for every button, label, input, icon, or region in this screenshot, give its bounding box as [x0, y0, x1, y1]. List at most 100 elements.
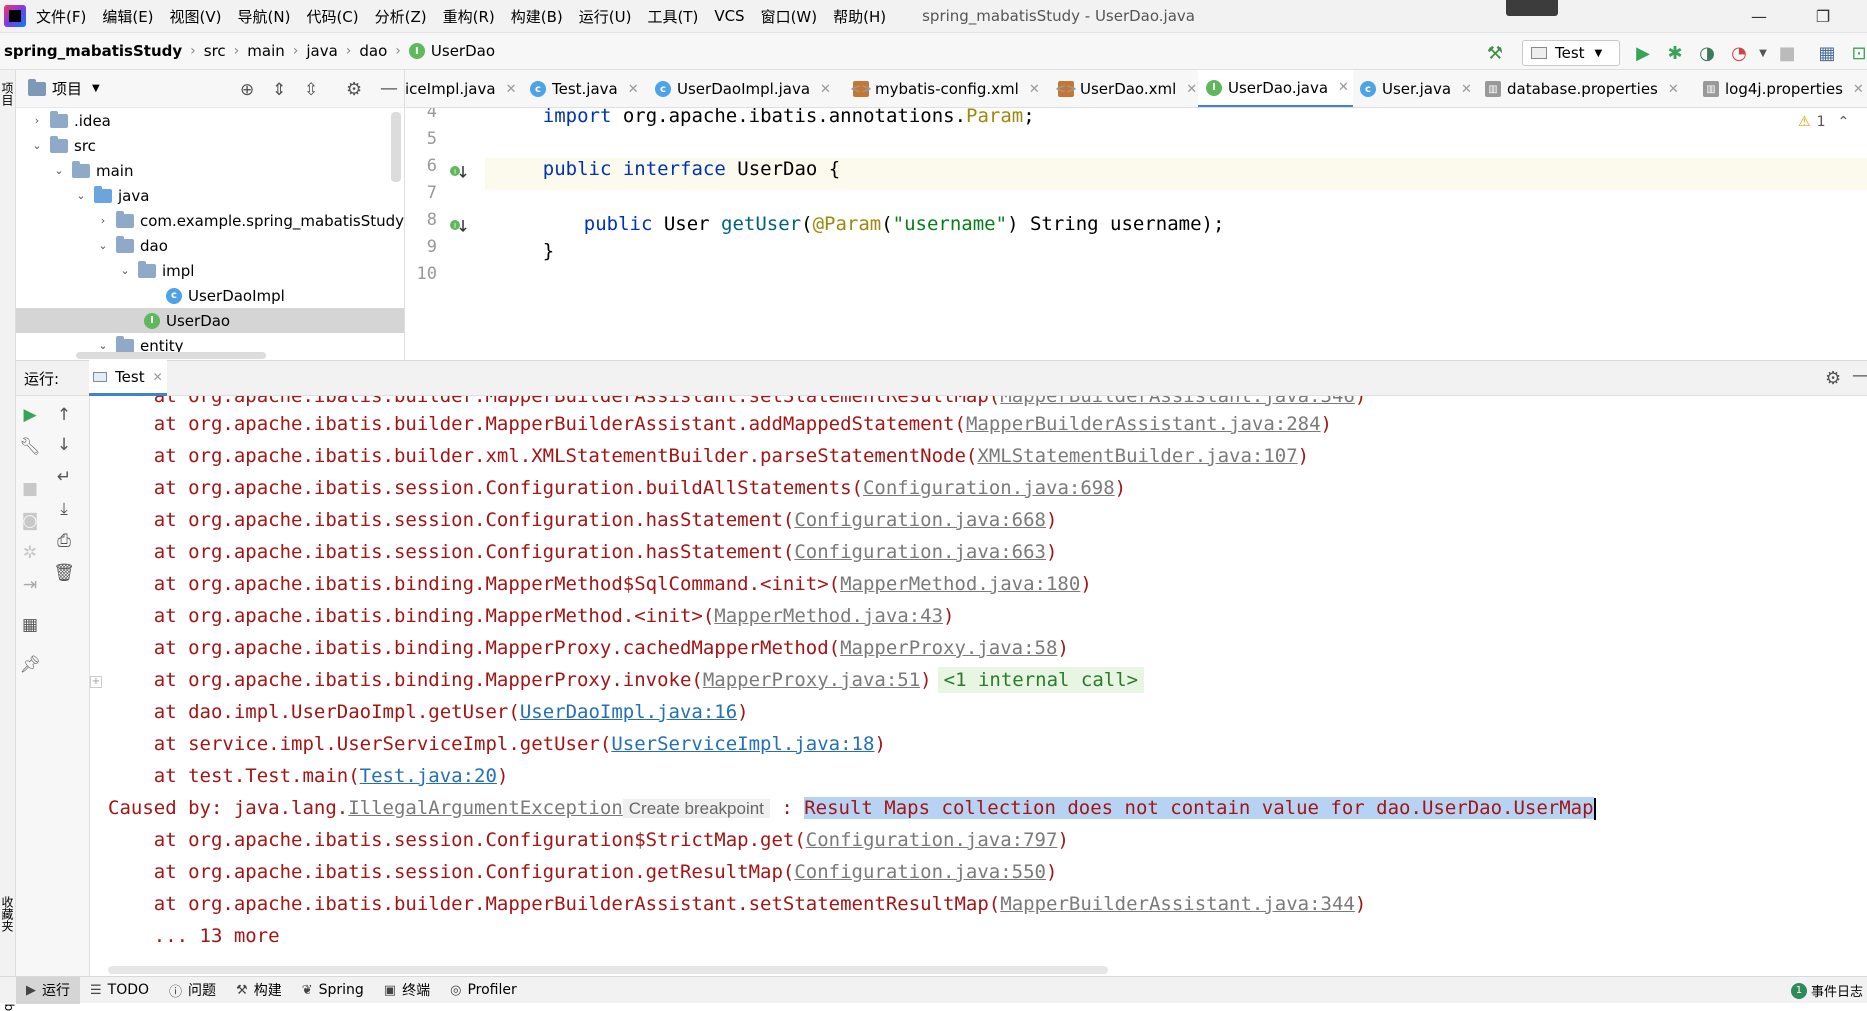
tool-tab-spring[interactable]: ❦ Spring: [292, 977, 374, 1004]
gear-icon[interactable]: ⚙: [346, 79, 362, 100]
exit-icon[interactable]: ⇥: [19, 574, 41, 596]
menu-run[interactable]: 运行(U): [579, 6, 632, 27]
chevron-down-icon[interactable]: ⌄: [52, 164, 66, 177]
source-link[interactable]: UserServiceImpl.java:18: [611, 733, 874, 755]
close-icon[interactable]: ✕: [1461, 82, 1472, 97]
wrench-icon[interactable]: 🔧︎: [19, 436, 41, 458]
chevron-right-icon[interactable]: ›: [30, 114, 44, 127]
camera-icon[interactable]: ◙: [19, 510, 41, 532]
source-link[interactable]: MapperMethod.java:43: [714, 605, 943, 627]
breadcrumb-src[interactable]: src: [204, 42, 226, 60]
tool-tab-run[interactable]: ▶ 运行: [16, 976, 80, 1004]
tool-tab-todo[interactable]: ☰ TODO: [80, 977, 159, 1004]
tab-userdao-xml[interactable]: <> UserDao.xml ✕: [1048, 70, 1197, 107]
menu-tools[interactable]: 工具(T): [647, 6, 698, 27]
collapse-all-icon[interactable]: ⇳: [304, 80, 318, 100]
tab-user[interactable]: c User.java ✕: [1360, 70, 1472, 107]
close-icon[interactable]: ✕: [820, 82, 831, 97]
implemented-gutter-icon[interactable]: I: [449, 217, 467, 235]
menu-view[interactable]: 视图(V): [170, 6, 222, 27]
hide-icon[interactable]: —: [380, 78, 398, 99]
implemented-gutter-icon[interactable]: I: [449, 163, 467, 181]
source-link[interactable]: Configuration.java:668: [794, 509, 1046, 531]
tab-mybatis-config[interactable]: <> mybatis-config.xml ✕: [843, 70, 1040, 107]
debug-icon[interactable]: ✱: [1664, 42, 1686, 64]
breadcrumb-dao[interactable]: dao: [359, 42, 387, 60]
tree-item-java[interactable]: ⌄ java: [74, 183, 149, 208]
tree-item-impl[interactable]: ⌄ impl: [118, 258, 194, 283]
close-icon[interactable]: ✕: [1668, 82, 1679, 97]
horizontal-scrollbar[interactable]: [108, 966, 1108, 974]
menu-file[interactable]: 文件(F): [36, 6, 86, 27]
pin-icon[interactable]: 📌︎: [19, 654, 41, 676]
breadcrumb-main[interactable]: main: [247, 42, 284, 60]
menu-help[interactable]: 帮助(H): [833, 6, 886, 27]
project-tool-tab[interactable]: 项目: [0, 82, 16, 106]
menu-edit[interactable]: 编辑(E): [102, 6, 153, 27]
breadcrumb-java[interactable]: java: [306, 42, 337, 60]
source-link[interactable]: MapperProxy.java:58: [840, 637, 1057, 659]
scroll-to-end-icon[interactable]: ⤓: [53, 498, 75, 520]
chevron-down-icon[interactable]: ⌄: [96, 239, 110, 252]
menu-refactor[interactable]: 重构(R): [443, 6, 495, 27]
inspection-widget[interactable]: ⚠ 1 ⌃: [1798, 114, 1849, 130]
soft-wrap-icon[interactable]: ↵: [53, 466, 75, 488]
gear-icon[interactable]: ⚙: [1825, 368, 1841, 389]
close-icon[interactable]: ✕: [1853, 82, 1864, 97]
build-hammer-icon[interactable]: ⚒: [1484, 42, 1506, 64]
arrow-up-icon[interactable]: ↑: [53, 404, 75, 426]
restore-icon[interactable]: ❐: [1800, 0, 1846, 33]
event-log-tab[interactable]: 1 事件日志: [1790, 977, 1867, 1004]
tab-userdao-java[interactable]: I UserDao.java ✕: [1198, 70, 1353, 107]
source-link[interactable]: MapperBuilderAssistant.java:346: [1000, 396, 1355, 407]
console-output[interactable]: at org.apache.ibatis.builder.MapperBuild…: [90, 396, 1867, 976]
chevron-up-icon[interactable]: ⌃: [1837, 114, 1849, 130]
source-link[interactable]: Configuration.java:550: [794, 861, 1046, 883]
source-link[interactable]: Configuration.java:698: [863, 477, 1115, 499]
chevron-down-icon[interactable]: ⌄: [74, 189, 88, 202]
search-everywhere-icon[interactable]: ⊡: [1848, 42, 1867, 64]
trash-icon[interactable]: 🗑︎: [53, 562, 75, 584]
create-breakpoint-link[interactable]: Create breakpoint: [622, 799, 770, 818]
internal-call-fold[interactable]: <1 internal call>: [937, 667, 1145, 693]
rerun-icon[interactable]: ▶: [19, 404, 41, 426]
profile-icon[interactable]: ◔: [1728, 42, 1750, 64]
tab-serviceimpl[interactable]: iceImpl.java ✕: [405, 70, 517, 107]
expand-fold-icon[interactable]: +: [90, 676, 102, 688]
source-link[interactable]: MapperBuilderAssistant.java:284: [966, 413, 1321, 435]
arrow-down-icon[interactable]: ↓: [53, 434, 75, 456]
breadcrumb-userdao[interactable]: UserDao: [431, 42, 495, 60]
stop-icon[interactable]: ■: [19, 478, 41, 500]
locate-icon[interactable]: ⊕: [240, 80, 254, 100]
tree-item-dao[interactable]: ⌄ dao: [96, 233, 168, 258]
stop-icon[interactable]: ■: [1776, 42, 1798, 64]
source-link[interactable]: Test.java:20: [360, 765, 497, 787]
menu-code[interactable]: 代码(C): [306, 6, 358, 27]
source-link[interactable]: MapperMethod.java:180: [840, 573, 1080, 595]
favorites-tool-tab[interactable]: 收藏夹: [0, 896, 16, 932]
menu-window[interactable]: 窗口(W): [761, 6, 818, 27]
run-icon[interactable]: ▶: [1632, 42, 1654, 64]
layout-icon[interactable]: ▦: [19, 614, 41, 636]
exception-link[interactable]: IllegalArgumentException: [348, 797, 623, 819]
breadcrumb-project[interactable]: spring_mabatisStudy: [4, 42, 182, 60]
run-config-select[interactable]: Test ▼: [1522, 40, 1620, 66]
close-icon[interactable]: ✕: [506, 82, 517, 97]
source-link[interactable]: Configuration.java:797: [806, 829, 1058, 851]
tool-tab-profiler[interactable]: ◎ Profiler: [440, 977, 527, 1004]
chevron-down-icon[interactable]: ▼: [1752, 42, 1774, 64]
tool-tab-problems[interactable]: ⓘ 问题: [159, 977, 226, 1004]
project-panel-title[interactable]: 项目: [52, 78, 82, 99]
tab-userdaoimpl[interactable]: c UserDaoImpl.java ✕: [655, 70, 831, 107]
tool-tab-terminal[interactable]: ▣ 终端: [374, 977, 440, 1004]
tree-item-userdaoimpl[interactable]: c UserDaoImpl: [166, 283, 285, 308]
menu-analyze[interactable]: 分析(Z): [375, 6, 427, 27]
print-icon[interactable]: ⎙: [53, 530, 75, 552]
project-structure-icon[interactable]: ▦: [1816, 42, 1838, 64]
expand-all-icon[interactable]: ⇕: [272, 80, 286, 100]
vertical-scrollbar[interactable]: [391, 112, 401, 182]
source-link[interactable]: MapperProxy.java:51: [703, 669, 920, 691]
close-icon[interactable]: ✕: [1338, 80, 1349, 95]
code-editor[interactable]: 4 5 6 7 8 9 10 I I import org.apache.iba…: [405, 108, 1867, 360]
tree-item-package-root[interactable]: › com.example.spring_mabatisStudy: [96, 208, 404, 233]
